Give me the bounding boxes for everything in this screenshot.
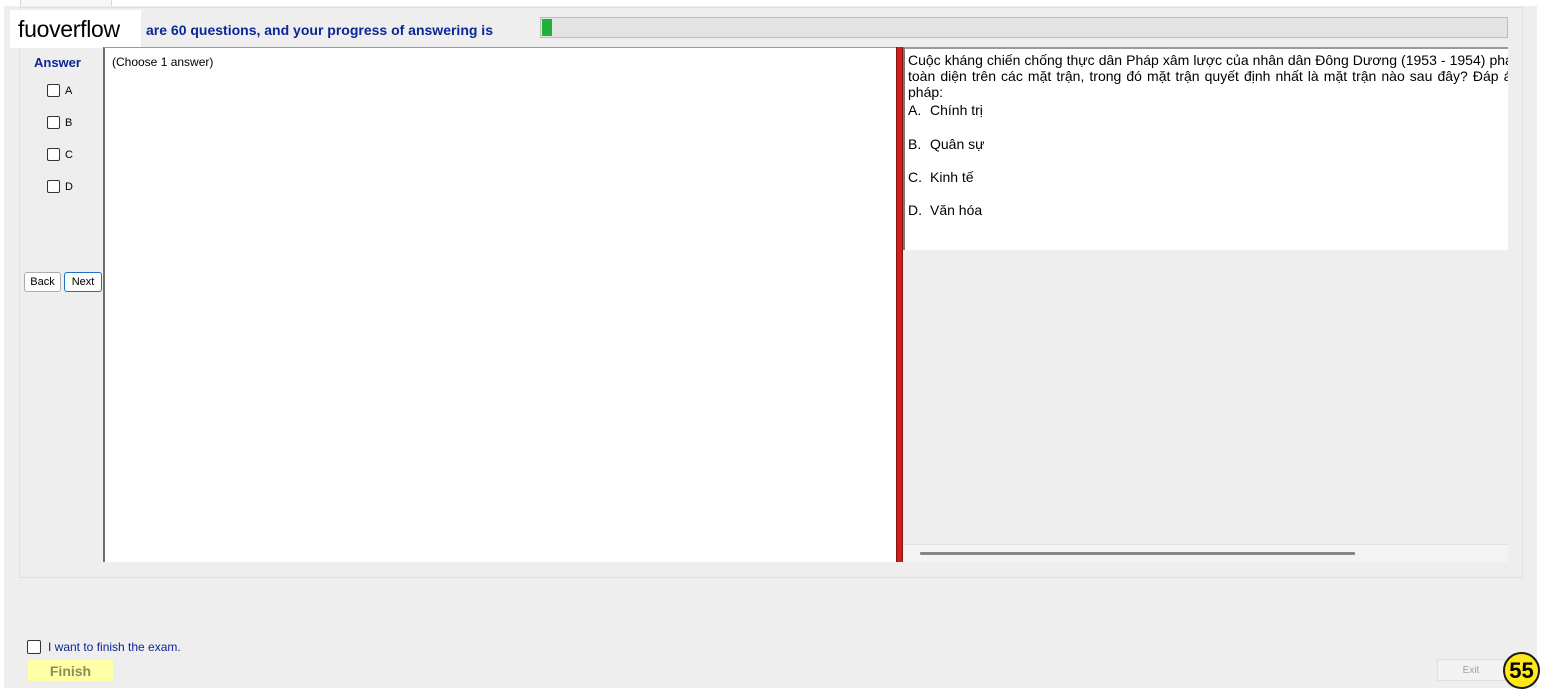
checkbox-a[interactable] [47,84,60,97]
option-text: Văn hóa [930,202,983,218]
answer-heading: Answer [34,55,81,70]
option-letter: C. [908,169,922,185]
question-option-a: A. Chính trị [908,102,983,118]
question-option-d: D. Văn hóa [908,202,982,218]
finish-confirm-label: I want to finish the exam. [48,640,181,654]
progress-fill [542,19,552,36]
answer-option-label: A [65,84,73,97]
next-button[interactable]: Next [64,272,102,292]
question-text: Cuộc kháng chiến chống thực dân Pháp xâm… [908,52,1508,100]
panel-splitter[interactable] [896,47,903,562]
finish-confirm-checkbox[interactable]: I want to finish the exam. [27,640,181,654]
answer-area[interactable]: (Choose 1 answer) [103,47,896,562]
count-badge: 55 [1503,652,1540,689]
option-letter: A. [908,102,922,118]
option-letter: D. [908,202,922,218]
answer-option-label: D [65,180,73,193]
back-button[interactable]: Back [24,272,61,292]
option-text: Quân sự [930,136,985,152]
answer-option-label: C [65,148,73,161]
exit-button[interactable]: Exit [1437,659,1505,681]
progress-text: are 60 questions, and your progress of a… [146,22,493,38]
logo: fuoverflow [10,10,141,48]
finish-checkbox[interactable] [27,640,41,654]
option-letter: B. [908,136,922,152]
question-empty-area [903,250,1508,545]
question-option-b: B. Quân sự [908,136,985,152]
answer-option-d[interactable]: D [47,180,73,193]
checkbox-d[interactable] [47,180,60,193]
choose-instruction: (Choose 1 answer) [112,55,214,69]
answer-option-c[interactable]: C [47,148,73,161]
question-option-c: C. Kinh tế [908,169,974,185]
question-panel: Cuộc kháng chiến chống thực dân Pháp xâm… [903,47,1508,250]
checkbox-c[interactable] [47,148,60,161]
answer-option-a[interactable]: A [47,84,72,97]
progress-bar [540,17,1508,38]
checkbox-b[interactable] [47,116,60,129]
option-text: Chính trị [930,102,983,118]
answer-option-b[interactable]: B [47,116,72,129]
answer-option-label: B [65,116,73,129]
finish-button[interactable]: Finish [28,660,113,681]
option-text: Kinh tế [930,169,974,185]
scrollbar-thumb[interactable] [920,552,1355,555]
horizontal-scrollbar[interactable] [903,544,1508,562]
